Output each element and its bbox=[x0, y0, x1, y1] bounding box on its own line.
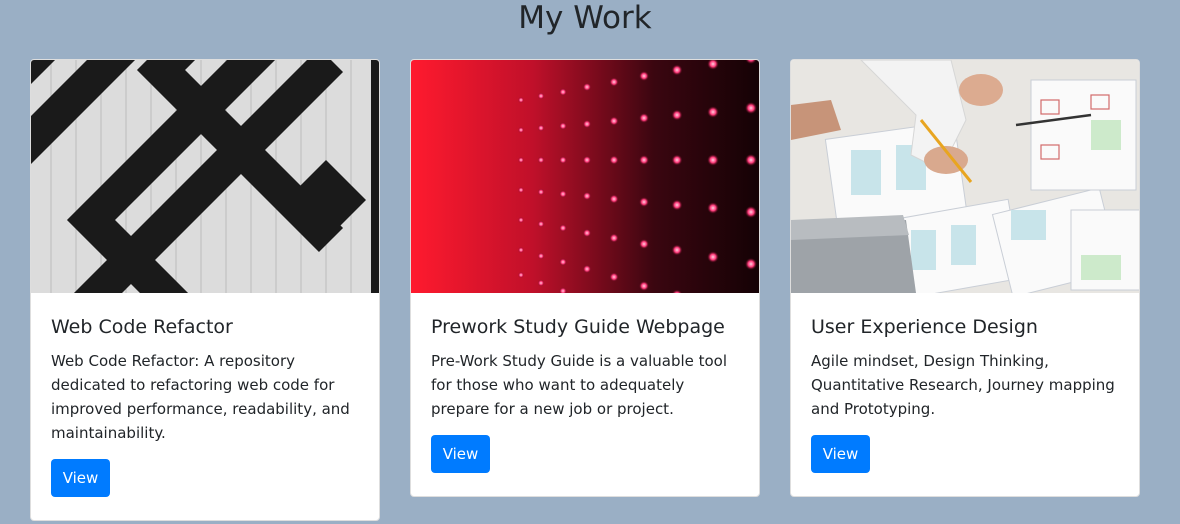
project-image-wireframe-sketches bbox=[791, 60, 1139, 293]
view-button[interactable]: View bbox=[51, 459, 110, 497]
card-title: Prework Study Guide Webpage bbox=[431, 316, 725, 338]
card-description: Pre-Work Study Guide is a valuable tool … bbox=[431, 352, 728, 418]
project-card-user-experience-design: User Experience Design Agile mindset, De… bbox=[790, 59, 1140, 497]
card-description: Agile mindset, Design Thinking, Quantita… bbox=[811, 352, 1115, 418]
card-description: Web Code Refactor: A repository dedicate… bbox=[51, 352, 350, 442]
project-card-web-code-refactor: Web Code Refactor Web Code Refactor: A r… bbox=[30, 59, 380, 521]
card-title: User Experience Design bbox=[811, 316, 1038, 338]
section-title: My Work bbox=[518, 0, 652, 36]
project-image-led-lights bbox=[411, 60, 759, 293]
project-image-chevron-pattern bbox=[31, 60, 379, 293]
view-button[interactable]: View bbox=[811, 435, 870, 473]
card-title: Web Code Refactor bbox=[51, 316, 233, 338]
view-button[interactable]: View bbox=[431, 435, 490, 473]
project-card-prework-study-guide: Prework Study Guide Webpage Pre-Work Stu… bbox=[410, 59, 760, 497]
